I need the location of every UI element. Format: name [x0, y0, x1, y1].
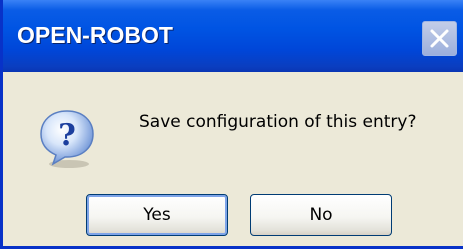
title-bar[interactable]: OPEN-ROBOT	[3, 0, 463, 72]
dialog-body: ? Save configuration of this entry? Yes …	[6, 72, 463, 246]
question-icon: ?	[40, 110, 94, 168]
close-icon	[430, 29, 449, 48]
message-dialog: OPEN-ROBOT ? Save configuration of this …	[0, 0, 463, 249]
dialog-message: Save configuration of this entry?	[139, 112, 417, 132]
window-title: OPEN-ROBOT	[17, 22, 173, 48]
yes-button[interactable]: Yes	[86, 194, 228, 236]
close-button[interactable]	[422, 21, 457, 56]
svg-text:?: ?	[58, 118, 76, 153]
yes-button-label: Yes	[143, 205, 171, 225]
no-button-label: No	[309, 205, 333, 225]
no-button[interactable]: No	[250, 194, 392, 236]
